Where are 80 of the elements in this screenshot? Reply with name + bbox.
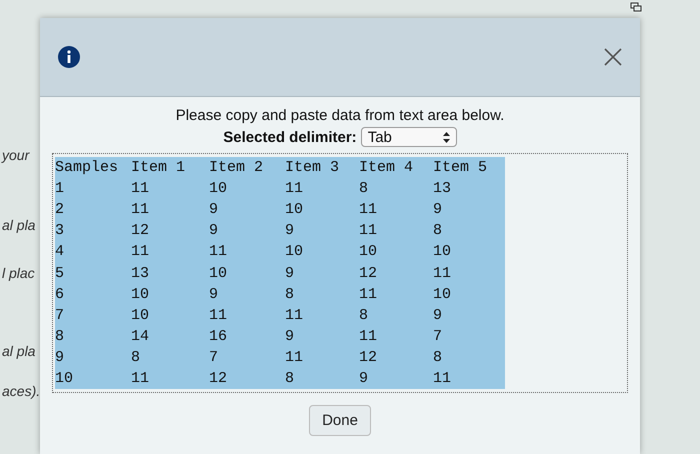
table-cell-text: 8 [359,306,370,324]
table-cell-text: 11 [285,348,304,366]
table-cell-text: 10 [131,306,150,324]
table-cell-text: 9 [285,222,296,240]
table-cell-text: Item 2 [209,159,264,176]
table-cell-text: 8 [285,286,296,303]
table-cell-text: 12 [209,370,228,387]
window-icon[interactable] [630,2,642,12]
background-text: aces). [1,383,42,399]
table-cell-text: 9 [209,201,220,218]
table-cell-text: 11 [285,180,304,198]
table-cell-text: 10 [209,264,228,282]
table-cell-text: 10 [285,201,304,218]
table-cell-text: 11 [359,286,378,303]
table-cell-text: 11 [359,328,378,345]
background-text: al pla [1,343,36,359]
close-icon[interactable] [604,48,622,66]
table-cell-text: 7 [433,328,444,345]
table-cell-text: 11 [433,264,452,282]
table-cell-text: 10 [285,243,304,260]
table-cell-text: 11 [433,370,452,387]
table-cell-text: 8 [285,370,296,387]
table-cell-text: Samples [55,159,120,176]
table-cell-text: 9 [285,328,296,345]
table-cell-text: 11 [131,201,150,218]
table-cell-text: 6 [55,286,66,303]
table-cell-text: 16 [209,328,228,345]
table-cell-text: Item 1 [131,159,186,176]
table-cell-text: 8 [55,328,66,345]
table-cell-text: Item 5 [433,159,488,176]
table-cell-text: 10 [209,180,228,198]
table-cell-text: 12 [131,222,150,240]
table-cell-text: 10 [131,286,150,303]
data-text-area[interactable]: Samples Item 1 Item 2 Item 3 Item 4 Item 5 1 11 10 11 8 13 2 11 9 10 11 9 3 12 9 9 11 8 4 11 11 10 10 10 5 13 10 9 12 11 6 10 9 8 11 10 7 10 11 11 8 9 8 14 16 9 11 7 9 8 7 11 12 8 10 11 12 8 9 11 [52,153,628,393]
table-cell-text: 9 [285,264,296,282]
updown-icon [442,132,450,142]
table-cell-text: Item 4 [359,159,414,176]
table-cell-text: 12 [359,348,378,366]
table-cell-text: 8 [359,180,370,198]
table-cell-text: 11 [131,243,150,260]
table-cell-text: 9 [433,306,444,324]
table-cell-text: 11 [359,222,378,240]
delimiter-select[interactable]: Tab [360,127,457,147]
table-cell-text: 10 [55,370,74,387]
table-cell-text: 2 [55,201,66,218]
table-cell-text: 11 [131,180,150,198]
table-cell-text: 11 [285,306,304,324]
table-cell-text: 9 [209,222,220,240]
table-cell-text: 11 [209,306,228,324]
done-button[interactable]: Done [309,405,371,436]
table-cell-text: 13 [433,180,452,198]
table-cell-text: 9 [359,370,370,387]
table-cell-text: 4 [55,243,66,260]
table-cell-text: 13 [131,264,150,282]
table-cell-text: 10 [433,286,452,303]
table-cell-text: 8 [131,348,142,366]
background-text: your [0,147,31,163]
table-cell-text: 10 [433,243,452,260]
table-cell-text: 14 [131,328,150,345]
table-cell-text: 7 [209,348,220,366]
table-cell-text: 3 [55,222,66,240]
instruction-text: Please copy and paste data from text area below. [176,107,504,124]
table-cell-text: 5 [55,264,66,282]
delimiter-label: Selected delimiter: [223,128,357,146]
table-cell-text: 11 [359,201,378,218]
table-cell-text: 9 [55,348,66,366]
table-cell-text: 7 [55,306,66,324]
table-cell-text: 8 [433,222,444,240]
table-cell-text: 9 [433,201,444,218]
table-cell-text: 12 [359,264,378,282]
table-cell-text: 11 [131,370,150,387]
table-cell-text: 8 [433,348,444,366]
background-text: l plac [1,265,36,281]
table-cell-text: 1 [55,180,66,198]
table-cell-text: 10 [359,243,378,260]
table-cell-text: Item 3 [285,159,340,176]
table-cell-text: 11 [209,243,228,260]
background-text: al pla [1,217,36,233]
info-icon [58,46,80,68]
table-cell-text: 9 [209,286,220,303]
